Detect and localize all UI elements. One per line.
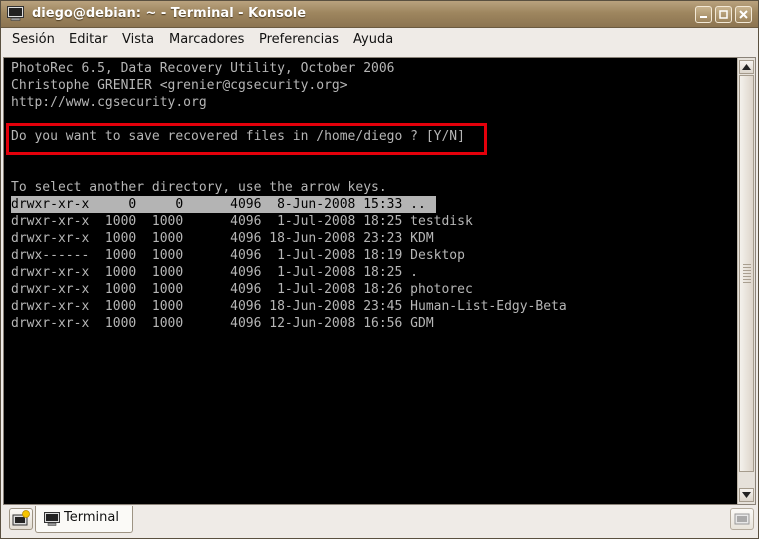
close-session-button[interactable] (730, 508, 754, 530)
terminal-line: http://www.cgsecurity.org (11, 95, 207, 110)
menu-marcadores[interactable]: Marcadores (169, 31, 244, 48)
close-session-icon (734, 513, 750, 525)
terminal-icon (44, 512, 60, 526)
directory-row[interactable]: drwxr-xr-x 1000 1000 4096 1-Jul-2008 18:… (11, 281, 473, 298)
arrow-down-icon (742, 492, 751, 498)
minimize-button[interactable] (695, 6, 712, 23)
directory-row-selected[interactable]: drwxr-xr-x 0 0 4096 8-Jun-2008 15:33 .. (11, 196, 436, 213)
directory-row[interactable]: drwxr-xr-x 1000 1000 4096 18-Jun-2008 23… (11, 230, 434, 247)
terminal-output[interactable]: PhotoRec 6.5, Data Recovery Utility, Oct… (4, 58, 737, 504)
directory-row[interactable]: drwxr-xr-x 1000 1000 4096 18-Jun-2008 23… (11, 298, 567, 315)
new-session-button[interactable] (9, 508, 33, 530)
directory-row[interactable]: drwx------ 1000 1000 4096 1-Jul-2008 18:… (11, 247, 465, 264)
window-title: diego@debian: ~ - Terminal - Konsole (32, 6, 307, 21)
directory-row[interactable]: drwxr-xr-x 1000 1000 4096 1-Jul-2008 18:… (11, 264, 418, 281)
scroll-down-button[interactable] (739, 488, 754, 502)
tab-terminal[interactable]: Terminal (35, 506, 133, 533)
directory-row[interactable]: drwxr-xr-x 1000 1000 4096 1-Jul-2008 18:… (11, 213, 473, 230)
arrow-up-icon (742, 64, 751, 70)
close-button[interactable] (735, 6, 752, 23)
maximize-button[interactable] (715, 6, 732, 23)
menu-sesion[interactable]: Sesión (12, 31, 55, 48)
vertical-scrollbar[interactable] (737, 58, 755, 504)
menu-vista[interactable]: Vista (122, 31, 154, 48)
terminal-line: To select another directory, use the arr… (11, 180, 387, 195)
title-bar[interactable]: diego@debian: ~ - Terminal - Konsole (1, 1, 758, 28)
terminal-line: Christophe GRENIER <grenier@cgsecurity.o… (11, 78, 348, 93)
scrollbar-thumb[interactable] (739, 75, 754, 472)
konsole-window: diego@debian: ~ - Terminal - Konsole Ses… (0, 0, 759, 539)
terminal-line: PhotoRec 6.5, Data Recovery Utility, Oct… (11, 61, 395, 76)
menu-bar: Sesión Editar Vista Marcadores Preferenc… (2, 29, 757, 51)
grip-icon (743, 264, 751, 284)
session-tab-bar: Terminal (2, 506, 757, 538)
highlight-annotation-box (6, 123, 487, 155)
menu-editar[interactable]: Editar (69, 31, 108, 48)
minimize-icon (700, 16, 707, 18)
terminal-icon[interactable] (7, 6, 24, 21)
menu-ayuda[interactable]: Ayuda (353, 31, 393, 48)
terminal-frame: PhotoRec 6.5, Data Recovery Utility, Oct… (3, 57, 756, 505)
menu-preferencias[interactable]: Preferencias (259, 31, 339, 48)
new-session-icon (12, 510, 30, 526)
close-icon (739, 10, 748, 19)
scroll-up-button[interactable] (739, 60, 754, 74)
directory-row[interactable]: drwxr-xr-x 1000 1000 4096 12-Jun-2008 16… (11, 315, 434, 332)
tab-label: Terminal (64, 510, 119, 525)
maximize-icon (719, 10, 728, 19)
